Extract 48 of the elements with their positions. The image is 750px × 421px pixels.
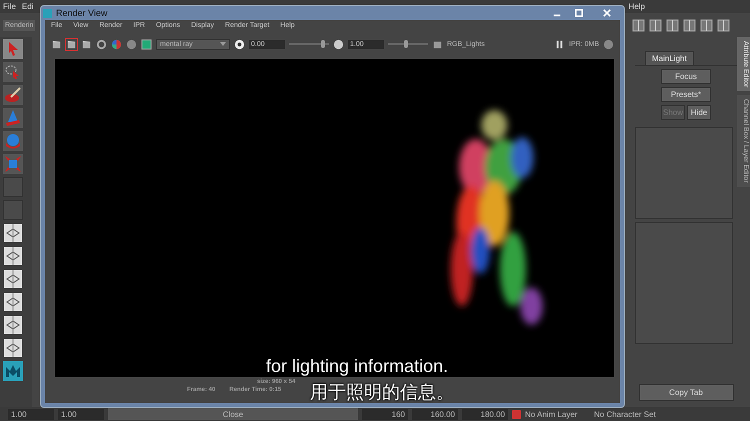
panel-layout-icon[interactable]: [700, 18, 713, 32]
slider-thumb[interactable]: [321, 40, 325, 48]
status-dot-icon: [603, 38, 614, 50]
menu-item[interactable]: Help: [628, 2, 645, 11]
clapboard-icon[interactable]: [51, 38, 62, 50]
close-icon[interactable]: [603, 9, 611, 17]
maximize-icon[interactable]: [575, 9, 583, 17]
node-tab[interactable]: MainLight: [645, 51, 694, 65]
menu-item[interactable]: Edi: [22, 2, 34, 11]
anim-layer-dropdown[interactable]: No Anim Layer: [525, 410, 590, 418]
frame-icon[interactable]: [141, 38, 152, 50]
gamma-sphere-icon[interactable]: [333, 38, 344, 50]
subtitle: 用于照明的信息。: [310, 382, 454, 403]
range-field[interactable]: 160: [362, 408, 408, 420]
aperture-icon[interactable]: [234, 38, 245, 50]
panel-layout-icon[interactable]: [717, 18, 730, 32]
lasso-icon[interactable]: [3, 62, 23, 82]
panel-layout-icon[interactable]: [683, 18, 696, 32]
layout-icon[interactable]: [3, 315, 23, 335]
subtitle: for lighting information.: [266, 356, 448, 377]
color-wheel-icon[interactable]: [111, 38, 122, 50]
time-field[interactable]: 1.00: [58, 408, 104, 420]
menu-item[interactable]: File: [3, 2, 16, 11]
panel-button[interactable]: Hide: [687, 105, 711, 120]
range-field[interactable]: 160.00: [412, 408, 458, 420]
panel-layout-icon[interactable]: [632, 18, 645, 32]
panel-button[interactable]: Presets*: [661, 87, 711, 102]
layout-icon[interactable]: [3, 269, 23, 289]
layout-icon[interactable]: [3, 338, 23, 358]
slider-thumb[interactable]: [404, 40, 408, 48]
character-set-dropdown[interactable]: No Character Set: [594, 410, 659, 418]
clapboard-icon[interactable]: [81, 38, 92, 50]
layout-icon[interactable]: [3, 223, 23, 243]
panel-button[interactable]: Focus: [661, 69, 711, 84]
caret-icon: [220, 42, 226, 46]
range-field[interactable]: 180.00: [462, 408, 508, 420]
close-button[interactable]: Close: [108, 408, 358, 420]
pause-icon[interactable]: [554, 38, 566, 50]
layout-icon[interactable]: [3, 246, 23, 266]
layout-icon[interactable]: [3, 292, 23, 312]
time-field[interactable]: 1.00: [8, 408, 54, 420]
clapboard-icon[interactable]: [66, 38, 77, 50]
paint-brush-icon[interactable]: [3, 85, 23, 105]
copy-tab-button[interactable]: Copy Tab: [638, 384, 734, 401]
sphere-icon[interactable]: [126, 38, 137, 50]
panel-layout-icon[interactable]: [666, 18, 679, 32]
panel-layout-icon[interactable]: [649, 18, 662, 32]
window-title: Render View: [56, 8, 108, 18]
